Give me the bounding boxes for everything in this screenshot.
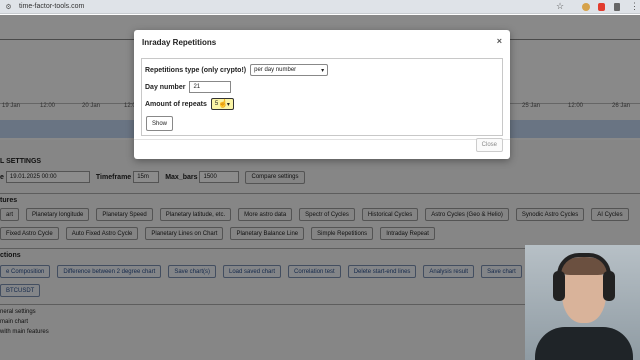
repetitions-type-row: Repetitions type (only crypto!) per day … — [145, 64, 329, 76]
browser-menu-icon[interactable]: ⋮ — [630, 1, 639, 12]
repetitions-type-value: per day number — [254, 67, 297, 73]
chevron-down-icon: ▾ — [321, 67, 325, 74]
day-number-input[interactable]: 21 — [189, 81, 232, 93]
url-text[interactable]: time-factor-tools.com — [19, 3, 84, 10]
extension-puzzle-icon[interactable] — [614, 3, 620, 11]
mouse-cursor-icon: ☝ — [218, 99, 228, 108]
address-bar[interactable]: ⚙ time-factor-tools.com — [4, 1, 549, 12]
webcam-overlay — [525, 245, 640, 360]
presenter-body — [535, 327, 633, 360]
site-info-icon[interactable]: ⚙ — [4, 2, 13, 11]
dialog-title: Inraday Repetitions — [142, 38, 217, 47]
intraday-repetitions-dialog: Inraday Repetitions × Repetitions type (… — [134, 30, 510, 159]
dialog-footer-divider — [134, 139, 510, 140]
browser-toolbar: ⚙ time-factor-tools.com ☆ ⋮ — [0, 0, 640, 14]
day-number-row: Day number 21 — [145, 81, 232, 93]
repeats-label: Amount of repeats — [145, 100, 207, 108]
repetitions-type-label: Repetitions type (only crypto!) — [145, 66, 247, 74]
dialog-form: Repetitions type (only crypto!) per day … — [141, 58, 503, 136]
repetitions-type-select[interactable]: per day number ▾ — [250, 64, 329, 76]
show-button[interactable]: Show — [146, 116, 174, 131]
headphone-right-icon — [603, 271, 615, 301]
close-button[interactable]: Close — [475, 138, 503, 152]
headphone-left-icon — [553, 271, 565, 301]
bookmark-star-icon[interactable]: ☆ — [556, 1, 564, 12]
day-number-label: Day number — [145, 83, 186, 91]
close-icon[interactable]: × — [497, 36, 502, 46]
extension-cookie-icon[interactable] — [582, 3, 590, 11]
extension-shield-icon[interactable] — [598, 3, 605, 11]
